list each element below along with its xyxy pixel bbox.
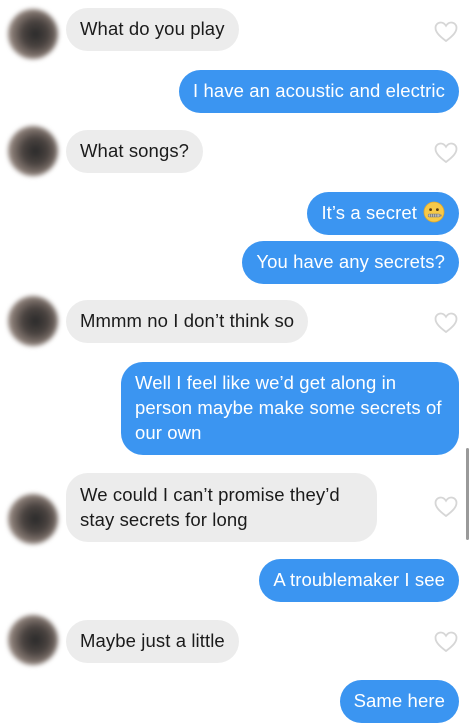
message-text: I have an acoustic and electric [193, 80, 445, 101]
avatar[interactable] [8, 126, 58, 176]
message-text: Same here [353, 690, 445, 711]
message-thread[interactable]: What do you play I have an acoustic and … [0, 0, 473, 726]
message-bubble-incoming[interactable]: We could I can’t promise they’d stay sec… [66, 473, 377, 542]
message-bubble-outgoing[interactable]: A troublemaker I see [259, 559, 459, 602]
message-text: You have any secrets? [256, 251, 445, 272]
avatar[interactable] [8, 9, 58, 59]
message-text: What songs? [80, 140, 190, 161]
like-heart-icon[interactable] [434, 21, 458, 43]
message-bubble-incoming[interactable]: What do you play [66, 8, 239, 51]
message-text-content: It’s a secret [321, 202, 417, 223]
message-bubble-outgoing[interactable]: I have an acoustic and electric [179, 70, 459, 113]
scrollbar[interactable] [466, 448, 469, 540]
like-heart-icon[interactable] [434, 631, 458, 653]
message-text: We could I can’t promise they’d stay sec… [80, 484, 340, 530]
like-heart-icon[interactable] [434, 496, 458, 518]
like-heart-icon[interactable] [434, 312, 458, 334]
message-bubble-incoming[interactable]: Mmmm no I don’t think so [66, 300, 309, 343]
like-heart-icon[interactable] [434, 142, 458, 164]
zipper-mouth-face-icon [423, 201, 445, 223]
avatar[interactable] [8, 494, 58, 544]
message-bubble-outgoing[interactable]: You have any secrets? [242, 241, 459, 284]
message-bubble-incoming[interactable]: Maybe just a little [66, 620, 239, 663]
message-text: It’s a secret [321, 201, 445, 225]
avatar[interactable] [8, 615, 58, 665]
message-bubble-incoming[interactable]: What songs? [66, 130, 204, 173]
message-text: A troublemaker I see [273, 569, 445, 590]
message-text: Maybe just a little [80, 630, 225, 651]
message-text: What do you play [80, 18, 225, 39]
avatar[interactable] [8, 296, 58, 346]
message-bubble-outgoing[interactable]: Same here [339, 680, 459, 723]
message-text: Mmmm no I don’t think so [80, 310, 295, 331]
message-text: Well I feel like we’d get along in perso… [135, 372, 442, 443]
message-bubble-outgoing[interactable]: It’s a secret [307, 192, 459, 235]
message-bubble-outgoing[interactable]: Well I feel like we’d get along in perso… [121, 362, 459, 455]
